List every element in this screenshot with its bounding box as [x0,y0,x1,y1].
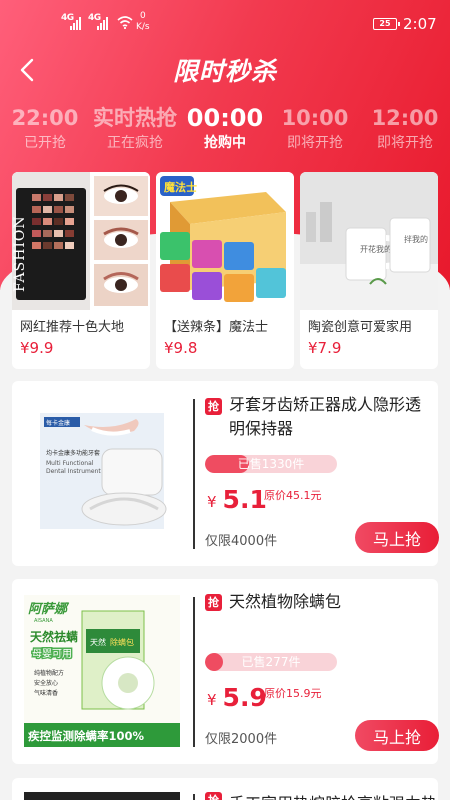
mite-feature: 纯植物配方 [34,669,64,677]
product-name: 手工家用热熔胶枪高粘强力热 [229,790,437,800]
product-name: 牙套牙齿矫正器成人隐形透明保持器 [229,395,422,438]
featured-price: ¥9.8 [164,339,198,357]
sold-count: 已售1330件 [237,457,305,471]
mug-text: 开花我的 [360,244,392,254]
sale-price: 5.1 [222,485,267,514]
stock-limit: 仅限2000件 [205,732,278,747]
retainer-caption: Multi Functional [46,460,94,467]
tab-12-00[interactable]: 12:00 即将开抢 [360,104,450,154]
fashion-logo-text: FASHION [12,215,28,292]
network-speed: 0 K/s [136,11,150,33]
mite-brand-text: 阿萨娜 [28,601,70,617]
featured-products: FASHION 网红推荐十色大地 ¥9.9 魔法士 【送辣条】魔法士 ¥9.8 … [12,172,438,369]
sold-progress: 已售1330件 [205,455,337,473]
sold-count: 已售277件 [241,655,301,669]
currency-symbol: ¥ [207,493,217,511]
grab-badge: 抢 [205,594,222,611]
buy-now-button[interactable]: 马上抢 [355,720,439,751]
page-title: 限时秒杀 [172,57,277,86]
status-bar: 4G 4G 0 K/s 25 2:07 [0,0,450,40]
product-card[interactable]: 抢 手工家用热熔胶枪高粘强力热 [12,778,438,800]
buy-now-button[interactable]: 马上抢 [355,522,439,553]
featured-name: 网红推荐十色大地 [20,320,125,335]
tab-status: 正在疯抢 [107,135,163,151]
retainer-caption: Dental Instrument [46,468,101,475]
divider [193,399,195,549]
clock: 2:07 [403,15,437,33]
mite-brand-sub: AISANA [34,618,53,624]
speed-value: 0 [139,11,146,21]
mite-banner: 疾控监测除螨率100% [28,729,145,743]
retainer-caption: 均卡金康多功能牙套 [46,449,100,457]
tab-time: 实时热抢 [93,106,177,130]
tab-status: 已开抢 [24,135,66,151]
retainer-brand-text: 每卡金康 [46,419,70,427]
tab-22-00[interactable]: 22:00 已开抢 [0,104,90,154]
eyeshadow-image: FASHION [12,172,150,310]
tab-realtime-hot[interactable]: 实时热抢 正在疯抢 [90,104,180,154]
featured-name: 【送辣条】魔法士 [164,320,269,335]
stock-limit: 仅限4000件 [205,534,278,549]
wifi-icon [117,16,133,29]
mite-pack-label: 天然 [90,637,106,647]
featured-card-snack[interactable]: 魔法士 【送辣条】魔法士 ¥9.8 [156,172,294,369]
product-card[interactable]: 每卡金康 均卡金康多功能牙套 Multi Functional Dental I… [12,381,439,566]
tab-time: 00:00 [186,104,264,132]
battery-icon: 25 [373,18,400,30]
mite-pack-image: 阿萨娜 AISANA 天然祛螨 母婴可用 纯植物配方 安全放心 气味清香 天然 … [24,595,180,747]
product-card[interactable]: 阿萨娜 AISANA 天然祛螨 母婴可用 纯植物配方 安全放心 气味清香 天然 … [12,579,439,764]
tab-time: 10:00 [281,106,349,130]
price: ¥ 5.9 [207,683,267,712]
tab-00-00[interactable]: 00:00 抢购中 [180,104,270,154]
mug-text: 拌我的 [404,234,428,244]
featured-price: ¥7.9 [308,339,342,357]
product-image [24,792,180,800]
mite-pack-label: 除螨包 [110,637,134,647]
grab-badge: 抢 [205,792,222,800]
currency-symbol: ¥ [207,691,217,709]
featured-card-eyeshadow[interactable]: FASHION 网红推荐十色大地 ¥9.9 [12,172,150,369]
tab-time: 22:00 [11,106,79,130]
sale-price: 5.9 [222,683,267,712]
signal-icon [97,16,108,30]
mite-feature: 安全放心 [34,679,58,687]
tab-time: 12:00 [371,106,439,130]
mite-slogan: 天然祛螨 [30,629,78,644]
tab-status: 即将开抢 [377,135,433,151]
sold-progress: 已售277件 [205,653,337,671]
divider [193,597,195,747]
original-price: 原价15.9元 [264,687,322,700]
grab-badge: 抢 [205,398,222,415]
signal-icon [70,16,81,30]
mite-feature: 气味清香 [34,689,58,697]
mite-slogan: 母婴可用 [32,648,72,660]
product-name: 天然植物除螨包 [229,592,342,611]
featured-price: ¥9.9 [20,339,54,357]
price: ¥ 5.1 [207,485,267,514]
mugs-image: 开花我的 拌我的 [300,172,438,310]
retainer-image: 每卡金康 均卡金康多功能牙套 Multi Functional Dental I… [24,397,180,549]
speed-unit: K/s [136,22,150,32]
tab-10-00[interactable]: 10:00 即将开抢 [270,104,360,154]
featured-card-mugs[interactable]: 开花我的 拌我的 陶瓷创意可爱家用 ¥7.9 [300,172,438,369]
time-tabs: 22:00 已开抢 实时热抢 正在疯抢 00:00 抢购中 10:00 即将开抢… [0,104,450,154]
divider [193,794,195,800]
snack-logo-text: 魔法士 [164,180,197,194]
tab-status: 抢购中 [204,135,246,151]
original-price: 原价45.1元 [264,489,322,502]
tab-status: 即将开抢 [287,135,343,151]
snack-image: 魔法士 [156,172,294,310]
featured-name: 陶瓷创意可爱家用 [308,320,413,335]
